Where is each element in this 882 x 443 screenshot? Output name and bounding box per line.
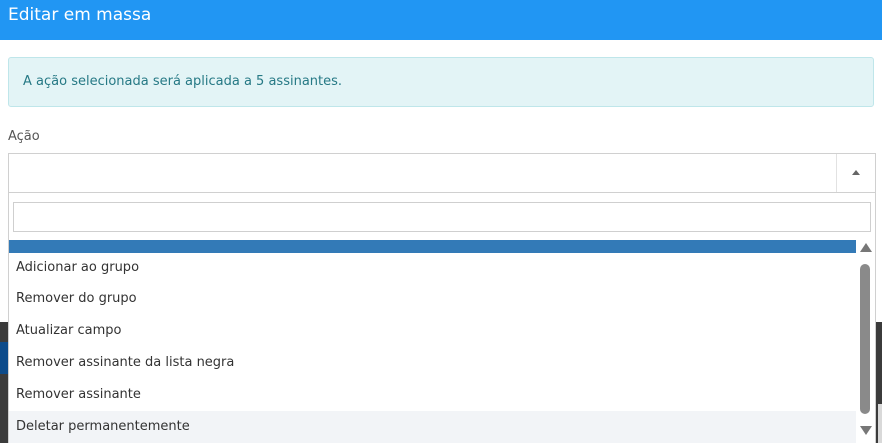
option-remove-from-blacklist[interactable]: Remover assinante da lista negra <box>9 347 856 379</box>
option-update-field[interactable]: Atualizar campo <box>9 315 856 347</box>
action-dropdown: Adicionar ao grupo Remover do grupo Atua… <box>8 193 876 443</box>
dropdown-search-input[interactable] <box>13 202 871 232</box>
action-label: Ação <box>8 129 40 144</box>
option-empty-highlighted[interactable] <box>9 240 856 253</box>
option-remove-subscriber[interactable]: Remover assinante <box>9 379 856 411</box>
info-alert: A ação selecionada será aplicada a 5 ass… <box>8 57 874 107</box>
background-right-edge <box>878 404 882 443</box>
scroll-thumb[interactable] <box>860 264 870 414</box>
caret-up-icon <box>852 170 860 175</box>
option-add-to-group[interactable]: Adicionar ao grupo <box>9 253 856 283</box>
scroll-down-arrow-icon[interactable] <box>860 426 872 435</box>
modal-title: Editar em massa <box>8 5 152 25</box>
option-delete-permanently[interactable]: Deletar permanentemente <box>9 411 856 443</box>
option-remove-from-group[interactable]: Remover do grupo <box>9 283 856 315</box>
action-select[interactable] <box>8 153 876 193</box>
scroll-up-arrow-icon[interactable] <box>860 243 872 252</box>
modal-header: Editar em massa <box>0 0 882 40</box>
options-list: Adicionar ao grupo Remover do grupo Atua… <box>9 240 856 443</box>
dropdown-scrollbar[interactable] <box>858 240 875 443</box>
select-toggle[interactable] <box>836 154 875 192</box>
